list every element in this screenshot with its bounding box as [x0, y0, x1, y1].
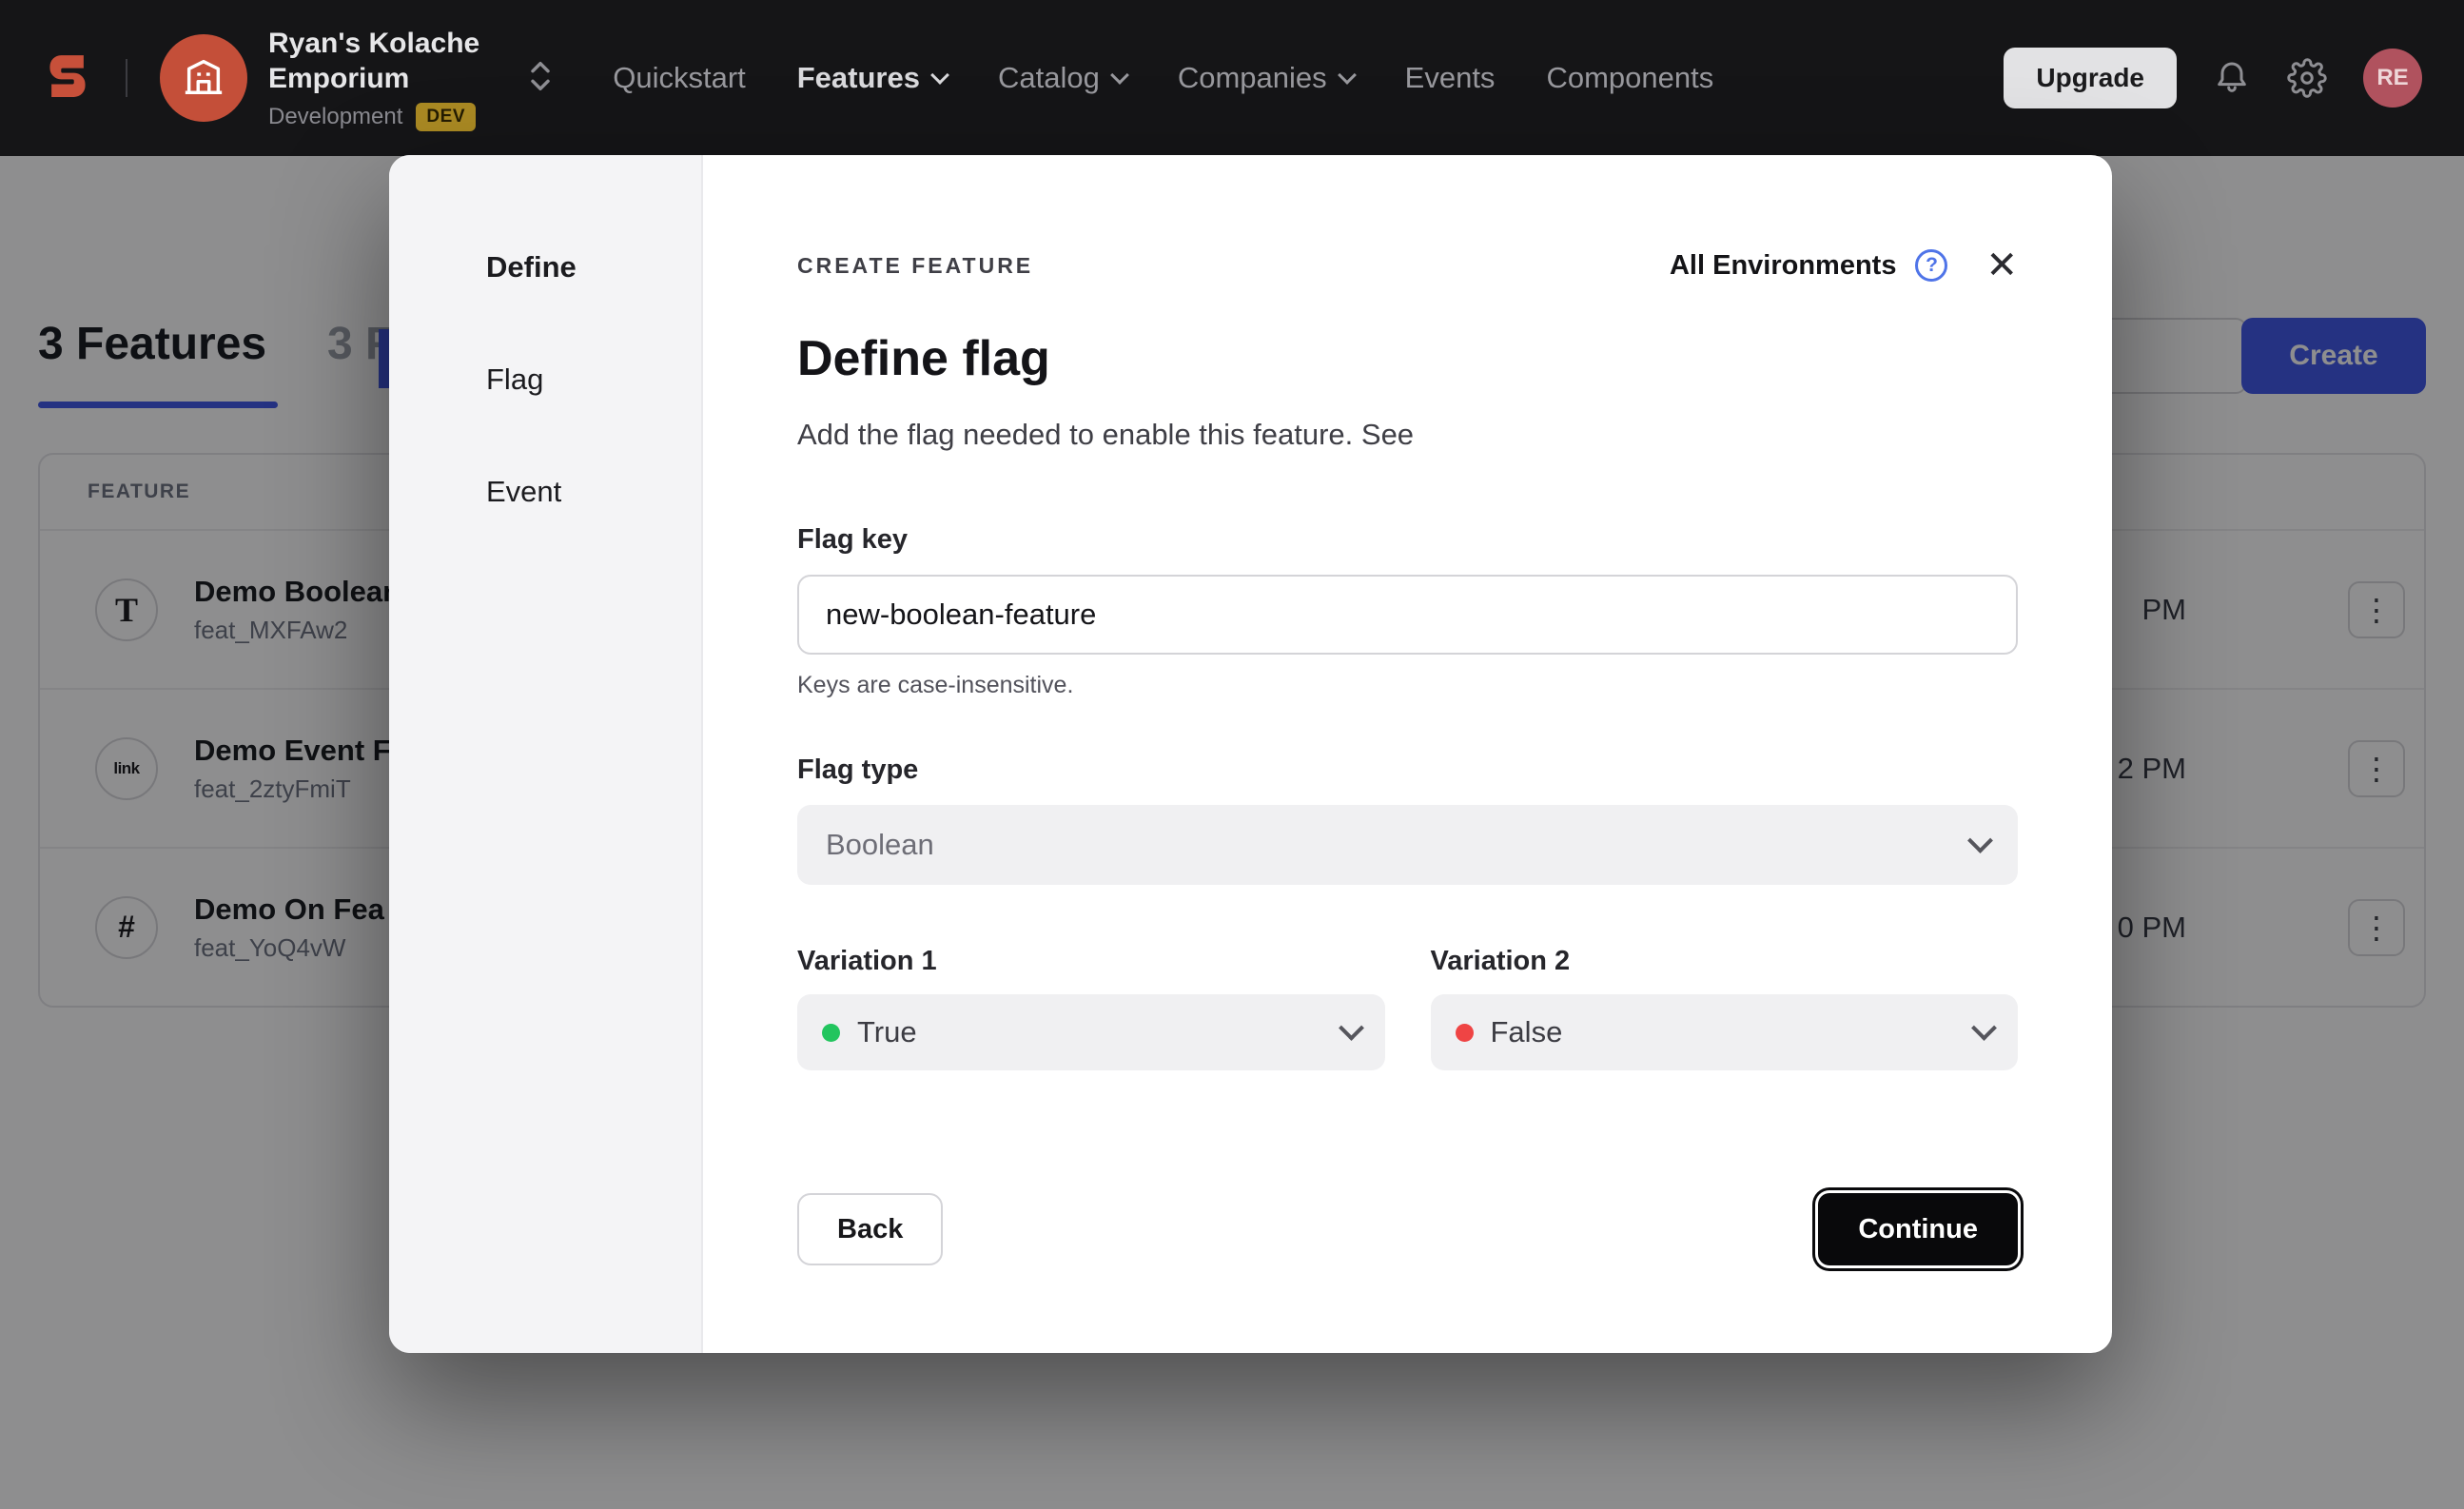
- modal-description: Add the flag needed to enable this featu…: [797, 418, 2018, 452]
- step-define[interactable]: Define: [486, 250, 701, 284]
- close-icon[interactable]: ✕: [1985, 246, 2018, 284]
- nav-item-label: Events: [1405, 61, 1496, 95]
- app-screen: Ryan's Kolache Emporium Development DEV …: [0, 0, 2464, 1509]
- modal-footer: Back Continue: [797, 1193, 2018, 1265]
- nav-item-companies[interactable]: Companies: [1178, 61, 1354, 95]
- step-flag[interactable]: Flag: [486, 363, 701, 397]
- modal-title: Define flag: [797, 330, 2018, 387]
- nav-item-catalog[interactable]: Catalog: [998, 61, 1126, 95]
- flag-key-label: Flag key: [797, 524, 2018, 556]
- org-info: Ryan's Kolache Emporium Development DEV: [268, 26, 479, 131]
- variation-2-value: False: [1491, 1015, 1563, 1049]
- variation-2-label: Variation 2: [1431, 946, 2019, 977]
- nav-item-features[interactable]: Features: [797, 61, 947, 95]
- nav-item-label: Components: [1546, 61, 1713, 95]
- modal-main: CREATE FEATURE All Environments ? ✕ Defi…: [703, 155, 2112, 1353]
- modal-eyebrow: CREATE FEATURE: [797, 253, 1033, 279]
- user-avatar[interactable]: RE: [2363, 49, 2422, 108]
- flag-key-input[interactable]: [797, 575, 2018, 655]
- variation-1-label: Variation 1: [797, 946, 1385, 977]
- green-dot-icon: [822, 1024, 840, 1042]
- nav-item-label: Catalog: [998, 61, 1100, 95]
- flag-key-helper: Keys are case-insensitive.: [797, 672, 2018, 699]
- org-environment: Development DEV: [268, 103, 479, 131]
- org-avatar: [160, 34, 247, 122]
- org-switch-chevrons[interactable]: [525, 55, 556, 102]
- chevron-down-icon: [1967, 828, 1993, 853]
- org-name-line2: Emporium: [268, 61, 479, 96]
- modal-steps-sidebar: Define Flag Event: [389, 155, 703, 1353]
- nav-item-label: Companies: [1178, 61, 1327, 95]
- continue-button[interactable]: Continue: [1818, 1193, 2018, 1265]
- dev-badge: DEV: [416, 103, 476, 131]
- flag-type-select[interactable]: Boolean: [797, 805, 2018, 885]
- chevron-down-icon: [1339, 1015, 1364, 1041]
- storefront-icon: [182, 54, 225, 103]
- nav-right: Upgrade RE: [2004, 48, 2422, 108]
- flag-type-label: Flag type: [797, 754, 2018, 786]
- step-event[interactable]: Event: [486, 475, 701, 509]
- notifications-icon[interactable]: [2213, 59, 2251, 97]
- nav-item-quickstart[interactable]: Quickstart: [613, 61, 746, 95]
- environment-selector-label: All Environments: [1670, 250, 1897, 282]
- app-logo[interactable]: [42, 50, 93, 107]
- settings-gear-icon[interactable]: [2287, 58, 2327, 98]
- environment-selector[interactable]: All Environments ? ✕: [1670, 246, 2018, 284]
- variation-1-value: True: [857, 1015, 917, 1049]
- upgrade-button[interactable]: Upgrade: [2004, 48, 2177, 108]
- chevron-up-down-icon: [525, 55, 556, 102]
- help-icon[interactable]: ?: [1915, 249, 1947, 282]
- environment-label: Development: [268, 104, 402, 130]
- back-button[interactable]: Back: [797, 1193, 943, 1265]
- variations-row: Variation 1 True Variation 2 False: [797, 946, 2018, 1070]
- nav-item-label: Features: [797, 61, 920, 95]
- nav-divider: [126, 59, 127, 97]
- top-nav: Ryan's Kolache Emporium Development DEV …: [0, 0, 2464, 156]
- variation-2-column: Variation 2 False: [1431, 946, 2019, 1070]
- org-name-line1: Ryan's Kolache: [268, 26, 479, 61]
- nav-item-label: Quickstart: [613, 61, 746, 95]
- nav-items: Quickstart Features Catalog Companies Ev…: [613, 61, 1713, 95]
- modal-header: CREATE FEATURE All Environments ? ✕: [797, 246, 2018, 284]
- flag-type-value: Boolean: [826, 828, 934, 862]
- chevron-down-icon: [1971, 1015, 1997, 1041]
- create-feature-modal: Define Flag Event CREATE FEATURE All Env…: [389, 155, 2112, 1353]
- chevron-down-icon: [1110, 66, 1129, 85]
- schematic-logo-icon: [42, 50, 93, 107]
- nav-item-events[interactable]: Events: [1405, 61, 1496, 95]
- variation-1-column: Variation 1 True: [797, 946, 1385, 1070]
- variation-1-select[interactable]: True: [797, 994, 1385, 1070]
- red-dot-icon: [1456, 1024, 1474, 1042]
- chevron-down-icon: [1338, 66, 1357, 85]
- chevron-down-icon: [930, 66, 949, 85]
- nav-item-components[interactable]: Components: [1546, 61, 1713, 95]
- variation-2-select[interactable]: False: [1431, 994, 2019, 1070]
- org-switcher[interactable]: Ryan's Kolache Emporium Development DEV: [160, 26, 556, 131]
